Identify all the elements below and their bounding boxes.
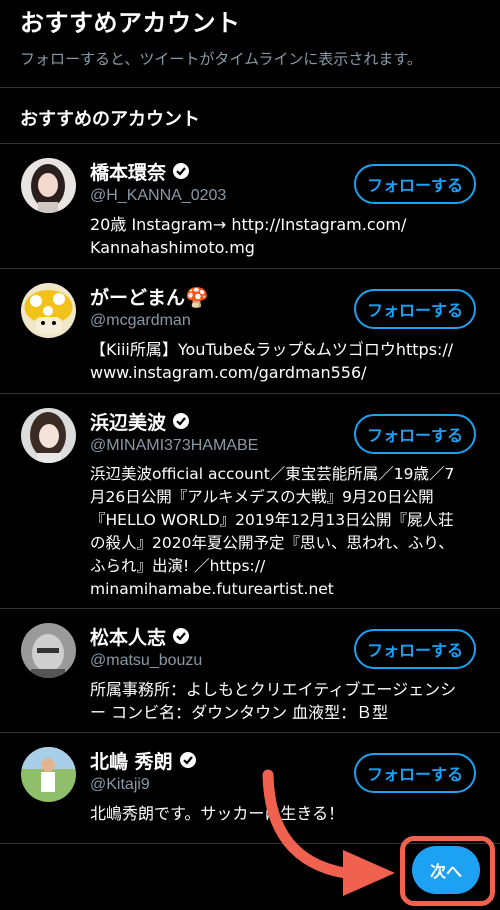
- account-item[interactable]: 松本人志 @matsu_bouzu 所属事務所：よしもとクリエイティブエージェン…: [0, 609, 500, 733]
- follow-button[interactable]: フォローする: [354, 164, 476, 204]
- page-subtitle: フォローすると、ツイートがタイムラインに表示されます。: [20, 50, 422, 68]
- account-item[interactable]: がーどまん🍄 @mcgardman 【Kiii所属】YouTube&ラップ&ムツ…: [0, 269, 500, 394]
- account-bio: 所属事務所：よしもとクリエイティブエージェンシ ー コンビ名：ダウンタウン 血液…: [90, 680, 457, 722]
- account-name[interactable]: 松本人志: [90, 623, 166, 650]
- follow-button[interactable]: フォローする: [354, 753, 476, 793]
- follow-button[interactable]: フォローする: [354, 414, 476, 454]
- next-button[interactable]: 次へ: [412, 846, 480, 894]
- page-title: おすすめアカウント: [20, 9, 241, 37]
- account-bio: 【Kiii所属】YouTube&ラップ&ムツゴロウhttps:// www.in…: [90, 340, 454, 382]
- follow-button[interactable]: フォローする: [354, 289, 476, 329]
- follow-button[interactable]: フォローする: [354, 629, 476, 669]
- account-item[interactable]: 橋本環奈 @H_KANNA_0203 20歳 Instagram→ http:/…: [0, 144, 500, 269]
- account-name[interactable]: がーどまん🍄: [90, 283, 209, 310]
- avatar: [21, 408, 76, 463]
- account-bio: 20歳 Instagram→ http://Instagram.com/ Kan…: [90, 215, 407, 257]
- verified-badge-icon: [179, 751, 197, 769]
- page-header: おすすめアカウント フォローすると、ツイートがタイムラインに表示されます。: [0, 0, 500, 88]
- account-name[interactable]: 橋本環奈: [90, 158, 166, 185]
- account-item[interactable]: 北嶋 秀朗 @Kitaji9 北嶋秀朗です。サッカーに生きる！ フォローする: [0, 733, 500, 838]
- verified-badge-icon: [172, 627, 190, 645]
- account-item[interactable]: 浜辺美波 @MINAMI373HAMABE 浜辺美波official accou…: [0, 394, 500, 609]
- avatar: [21, 623, 76, 678]
- verified-badge-icon: [172, 162, 190, 180]
- account-bio: 北嶋秀朗です。サッカーに生きる！: [90, 804, 345, 823]
- account-name[interactable]: 北嶋 秀朗: [90, 747, 173, 774]
- avatar: [21, 283, 76, 338]
- verified-badge-icon: [172, 412, 190, 430]
- avatar: [21, 158, 76, 213]
- avatar: [21, 747, 76, 802]
- account-bio: 浜辺美波official account／東宝芸能所属／19歳／7 月26日公開…: [90, 465, 455, 598]
- account-name[interactable]: 浜辺美波: [90, 408, 166, 435]
- section-title: おすすめのアカウント: [0, 88, 500, 144]
